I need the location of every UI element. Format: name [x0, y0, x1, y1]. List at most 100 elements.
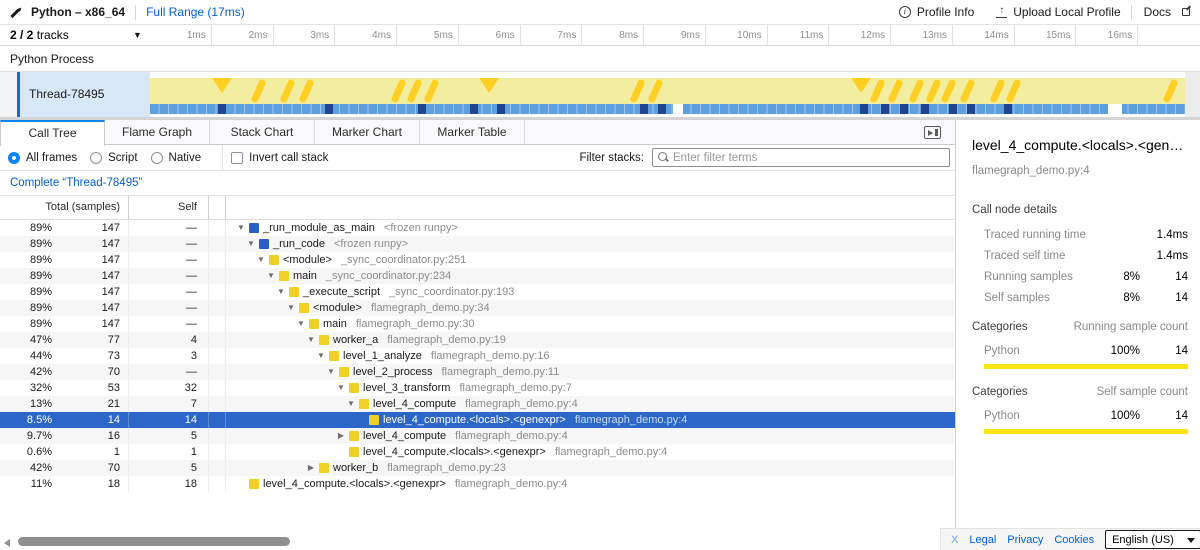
call-tree-row[interactable]: 89%147—▼<module>_sync_coordinator.py:251 — [0, 252, 955, 268]
call-tree-row[interactable]: 89%147—▼_run_code<frozen runpy> — [0, 236, 955, 252]
call-tree-row[interactable]: 47%774▼worker_aflamegraph_demo.py:19 — [0, 332, 955, 348]
call-tree-row[interactable]: 9.7%165▶level_4_computeflamegraph_demo.p… — [0, 428, 955, 444]
expand-twisty[interactable]: ▼ — [326, 364, 336, 380]
row-labels: worker_bflamegraph_demo.py:23 — [333, 460, 506, 476]
radio-script-label[interactable]: Script — [108, 152, 137, 164]
process-track-label[interactable]: Python Process — [0, 46, 1200, 72]
expand-twisty[interactable]: ▼ — [246, 236, 256, 252]
sample-segment-dark — [900, 104, 908, 114]
ruler-tick: 8ms — [582, 25, 644, 46]
call-tree-row[interactable]: 11%1818level_4_compute.<locals>.<genexpr… — [0, 476, 955, 492]
docs-link[interactable]: Docs — [1144, 5, 1190, 19]
expand-twisty[interactable]: ▼ — [346, 396, 356, 412]
track-grip[interactable] — [0, 72, 17, 117]
footer-link-cookies[interactable]: Cookies — [1054, 534, 1094, 546]
filter-input[interactable] — [673, 152, 944, 164]
tab-stack-chart[interactable]: Stack Chart — [210, 120, 315, 144]
call-tree-row[interactable]: 44%733▼level_1_analyzeflamegraph_demo.py… — [0, 348, 955, 364]
marker-glyph[interactable] — [279, 79, 295, 104]
marker-glyph[interactable] — [959, 79, 975, 104]
tracks-dropdown[interactable]: 2 / 2 tracks ▼ — [0, 25, 150, 46]
profile-title: Python – x86_64 — [31, 5, 125, 19]
tab-marker-table[interactable]: Marker Table — [420, 120, 525, 144]
marker-glyph[interactable] — [1005, 79, 1021, 104]
invert-call-stack-checkbox[interactable] — [231, 152, 243, 164]
call-tree-row[interactable]: 42%70—▼level_2_processflamegraph_demo.py… — [0, 364, 955, 380]
column-header-self[interactable]: Self — [129, 196, 209, 219]
call-tree-row[interactable]: 0.6%11level_4_compute.<locals>.<genexpr>… — [0, 444, 955, 460]
thread-track-label[interactable]: Thread-78495 — [20, 72, 150, 117]
expand-twisty[interactable]: ▼ — [306, 332, 316, 348]
horizontal-scrollbar[interactable] — [0, 536, 955, 549]
tab-call-tree[interactable]: Call Tree — [0, 120, 105, 146]
sidebar-toggle-button[interactable] — [924, 126, 941, 139]
tab-marker-chart[interactable]: Marker Chart — [315, 120, 420, 144]
breadcrumb-root-link[interactable]: Complete “Thread-78495” — [10, 177, 142, 189]
marker-glyph[interactable] — [925, 79, 941, 104]
marker-glyph[interactable] — [851, 78, 871, 93]
scroll-left-arrow-icon[interactable] — [4, 539, 10, 547]
footer-link-privacy[interactable]: Privacy — [1007, 534, 1043, 546]
call-tree-row[interactable]: 89%147—▼mainflamegraph_demo.py:30 — [0, 316, 955, 332]
expand-twisty[interactable]: ▼ — [266, 268, 276, 284]
edit-profile-name-icon[interactable] — [10, 6, 23, 19]
marker-glyph[interactable] — [390, 79, 406, 104]
marker-glyph[interactable] — [298, 79, 314, 104]
expand-twisty[interactable]: ▼ — [286, 300, 296, 316]
sample-segment-dark — [418, 104, 426, 114]
call-tree-row[interactable]: 13%217▼level_4_computeflamegraph_demo.py… — [0, 396, 955, 412]
full-range-link[interactable]: Full Range (17ms) — [146, 5, 245, 19]
marker-glyph[interactable] — [869, 79, 885, 104]
call-tree-row[interactable]: 89%147—▼main_sync_coordinator.py:234 — [0, 268, 955, 284]
footer-link-x[interactable]: X — [951, 534, 958, 546]
category-row: Python 100% 14 — [984, 410, 1188, 422]
invert-call-stack-label[interactable]: Invert call stack — [249, 152, 328, 164]
marker-glyph[interactable] — [250, 79, 266, 104]
marker-glyph[interactable] — [647, 79, 663, 104]
call-tree-row[interactable]: 89%147—▼_run_module_as_main<frozen runpy… — [0, 220, 955, 236]
marker-glyph[interactable] — [479, 78, 499, 93]
column-header-total[interactable]: Total (samples) — [0, 196, 129, 219]
call-tree-row[interactable]: 89%147—▼<module>flamegraph_demo.py:34 — [0, 300, 955, 316]
cell-total-samples: 70 — [52, 364, 129, 380]
expand-twisty[interactable]: ▼ — [336, 380, 346, 396]
upload-profile-button[interactable]: ↑ Upload Local Profile — [996, 5, 1120, 19]
timeline-ruler[interactable]: 1ms2ms3ms4ms5ms6ms7ms8ms9ms10ms11ms12ms1… — [150, 25, 1200, 46]
expand-twisty[interactable]: ▼ — [276, 284, 286, 300]
track-activity-band[interactable] — [150, 78, 1185, 104]
marker-glyph[interactable] — [423, 79, 439, 104]
footer-link-legal[interactable]: Legal — [969, 534, 996, 546]
radio-native-label[interactable]: Native — [169, 152, 202, 164]
radio-all-frames[interactable] — [8, 152, 20, 164]
marker-glyph[interactable] — [629, 79, 645, 104]
track-end-fill — [1185, 72, 1200, 117]
language-select[interactable]: English (US) — [1105, 530, 1200, 549]
marker-glyph[interactable] — [989, 79, 1005, 104]
row-labels: _run_code<frozen runpy> — [273, 236, 408, 252]
expand-twisty[interactable]: ▶ — [336, 428, 346, 444]
expand-twisty[interactable]: ▼ — [296, 316, 306, 332]
call-tree-row[interactable]: 32%5332▼level_3_transformflamegraph_demo… — [0, 380, 955, 396]
radio-all-frames-label[interactable]: All frames — [26, 152, 77, 164]
profile-info-button[interactable]: i Profile Info — [899, 5, 974, 19]
expand-twisty[interactable]: ▼ — [236, 220, 246, 236]
call-tree-row[interactable]: 89%147—▼_execute_script_sync_coordinator… — [0, 284, 955, 300]
scrollbar-thumb[interactable] — [18, 537, 290, 546]
call-tree-row[interactable]: 8.5%1414level_4_compute.<locals>.<genexp… — [0, 412, 955, 428]
marker-glyph[interactable] — [940, 79, 956, 104]
marker-glyph[interactable] — [212, 78, 232, 93]
tab-flame-graph[interactable]: Flame Graph — [105, 120, 210, 144]
marker-glyph[interactable] — [908, 79, 924, 104]
expand-twisty[interactable]: ▶ — [306, 460, 316, 476]
thread-track-canvas[interactable] — [150, 72, 1200, 117]
category-square-yellow — [369, 415, 379, 425]
marker-glyph[interactable] — [1162, 79, 1178, 104]
expand-twisty[interactable]: ▼ — [316, 348, 326, 364]
radio-native[interactable] — [151, 152, 163, 164]
call-tree-row[interactable]: 42%705▶worker_bflamegraph_demo.py:23 — [0, 460, 955, 476]
marker-glyph[interactable] — [406, 79, 422, 104]
expand-twisty[interactable]: ▼ — [256, 252, 266, 268]
radio-script[interactable] — [90, 152, 102, 164]
track-sample-strip[interactable] — [150, 104, 1185, 114]
marker-glyph[interactable] — [887, 79, 903, 104]
